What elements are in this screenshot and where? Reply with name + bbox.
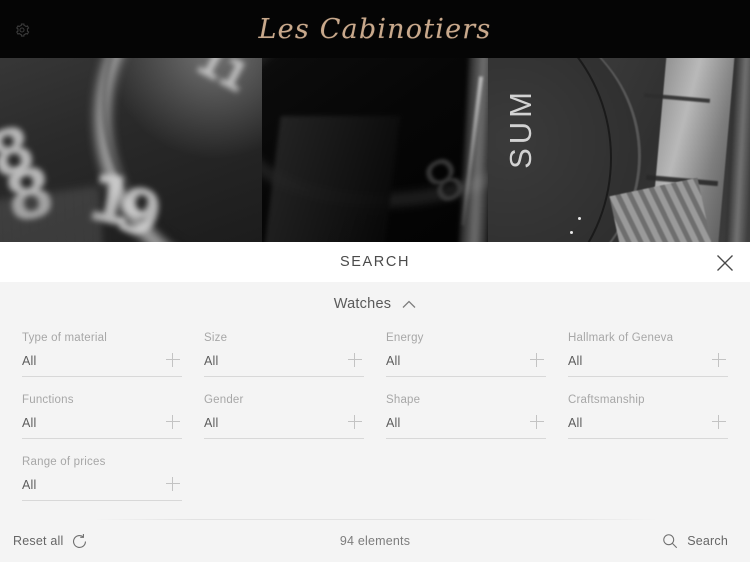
search-panel: SEARCH Watches Type of material All Size… — [0, 242, 750, 562]
brand-title: Les Cabinotiers — [258, 13, 492, 45]
plus-icon[interactable] — [530, 415, 544, 429]
plus-icon[interactable] — [166, 477, 180, 491]
filter-grid: Type of material All Size All Energy All — [0, 332, 750, 501]
category-toggle-watches[interactable]: Watches — [0, 288, 750, 320]
search-button[interactable]: Search — [662, 533, 728, 549]
filter-value: All — [22, 416, 37, 430]
filter-label: Energy — [386, 332, 424, 344]
search-panel-title: SEARCH — [339, 254, 411, 270]
filter-label: Range of prices — [22, 456, 106, 468]
search-button-label: Search — [687, 534, 728, 548]
filter-label: Functions — [22, 394, 74, 406]
filter-select[interactable]: All — [204, 415, 364, 439]
filter-functions: Functions All — [22, 394, 182, 439]
filter-gender: Gender All — [204, 394, 364, 439]
filter-range-of-prices: Range of prices All — [22, 456, 182, 501]
case-block — [263, 116, 401, 242]
filter-select[interactable]: All — [568, 415, 728, 439]
plus-icon[interactable] — [166, 353, 180, 367]
filter-label: Size — [204, 332, 228, 344]
plus-icon[interactable] — [166, 415, 180, 429]
plus-icon[interactable] — [348, 415, 362, 429]
filter-energy: Energy All — [386, 332, 546, 377]
filter-label: Shape — [386, 394, 421, 406]
filter-shape: Shape All — [386, 394, 546, 439]
plus-icon[interactable] — [348, 353, 362, 367]
plus-icon[interactable] — [530, 353, 544, 367]
filter-label: Type of material — [22, 332, 108, 344]
elements-count: 94 elements — [339, 534, 411, 548]
filter-select[interactable]: All — [22, 353, 182, 377]
filter-value: All — [386, 416, 401, 430]
chevron-up-icon — [402, 300, 416, 308]
filter-select[interactable]: All — [22, 477, 182, 501]
filter-value: All — [568, 416, 583, 430]
filter-label: Craftsmanship — [568, 394, 645, 406]
close-icon — [717, 255, 733, 271]
bezel-text: SUM — [503, 88, 538, 169]
reset-all-button[interactable]: Reset all — [13, 533, 88, 550]
filter-value: All — [568, 354, 583, 368]
filter-size: Size All — [204, 332, 364, 377]
search-panel-header: SEARCH — [0, 242, 750, 282]
filter-value: All — [386, 354, 401, 368]
top-bar: Les Cabinotiers — [0, 0, 750, 58]
hero-tile-1[interactable]: 11 8 8 1 9 — [0, 58, 262, 242]
reset-all-label: Reset all — [13, 534, 64, 548]
filter-value: All — [22, 478, 37, 492]
filter-select[interactable]: All — [204, 353, 364, 377]
plus-icon[interactable] — [712, 353, 726, 367]
reset-circle-icon — [73, 533, 87, 548]
close-button[interactable] — [710, 248, 740, 278]
filter-select[interactable]: All — [568, 353, 728, 377]
hero-image-strip: 11 8 8 1 9 8 SUM — [0, 58, 750, 242]
filter-label: Hallmark of Geneva — [568, 332, 674, 344]
filter-craftsmanship: Craftsmanship All — [568, 394, 728, 439]
search-icon — [663, 534, 678, 549]
dial-marker-dot — [570, 231, 573, 234]
bottom-bar: Reset all 94 elements Search — [0, 520, 750, 562]
filter-value: All — [204, 354, 219, 368]
filter-select[interactable]: All — [22, 415, 182, 439]
category-label: Watches — [333, 296, 392, 312]
hero-tile-3[interactable]: SUM — [488, 58, 750, 242]
filter-type-of-material: Type of material All — [22, 332, 182, 377]
filter-label: Gender — [204, 394, 244, 406]
dial-marker-dot — [578, 217, 581, 220]
hero-tile-2[interactable]: 8 — [262, 58, 488, 242]
filter-select[interactable]: All — [386, 415, 546, 439]
app-root: Les Cabinotiers 11 8 8 1 9 8 SUM — [0, 0, 750, 562]
plus-icon[interactable] — [712, 415, 726, 429]
filter-select[interactable]: All — [386, 353, 546, 377]
filter-hallmark-of-geneva: Hallmark of Geneva All — [568, 332, 728, 377]
filter-value: All — [204, 416, 219, 430]
filter-value: All — [22, 354, 37, 368]
